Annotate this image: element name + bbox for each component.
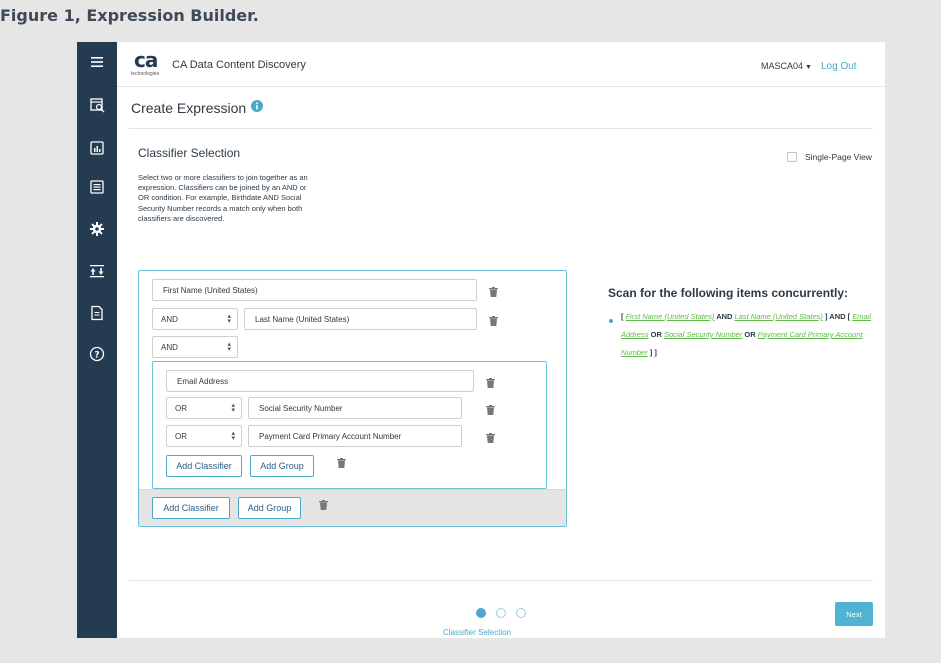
- scan-bullet: [609, 319, 613, 323]
- operator-text: OR: [744, 330, 756, 339]
- section-title: Classifier Selection: [138, 146, 241, 160]
- product-name: CA Data Content Discovery: [172, 59, 306, 71]
- classifier-input[interactable]: First Name (United States): [152, 279, 477, 301]
- logo-mark: ca: [134, 48, 158, 72]
- operator-select[interactable]: AND ▴ ▾: [152, 336, 238, 358]
- single-page-view-label: Single-Page View: [805, 152, 872, 162]
- add-group-button[interactable]: Add Group: [238, 497, 301, 519]
- title-divider: [129, 128, 873, 129]
- scan-search-icon[interactable]: [87, 95, 107, 115]
- operator-text: OR: [650, 330, 662, 339]
- user-menu-dropdown[interactable]: MASCA04 ▼: [761, 61, 812, 71]
- group-add-group-button[interactable]: Add Group: [250, 455, 314, 477]
- select-arrows-icon: ▴ ▾: [231, 430, 235, 442]
- select-arrows-icon: ▴ ▾: [227, 341, 231, 353]
- single-page-view-checkbox[interactable]: [787, 152, 797, 162]
- info-icon[interactable]: [251, 100, 263, 112]
- classifier-input[interactable]: Last Name (United States): [244, 308, 477, 330]
- operator-value: AND: [161, 314, 178, 324]
- classifier-group: Email Address OR ▴ ▾ Social Security Numb…: [152, 361, 547, 489]
- step-label: Classifier Selection: [443, 628, 512, 637]
- operator-text: ] AND [: [825, 312, 851, 321]
- group-add-classifier-button[interactable]: Add Classifier: [166, 455, 242, 477]
- next-button[interactable]: Next: [835, 602, 873, 626]
- trash-icon[interactable]: [489, 316, 498, 326]
- report-chart-icon[interactable]: [87, 138, 107, 158]
- builder-footer: Add Classifier Add Group: [139, 489, 566, 526]
- trash-icon[interactable]: [486, 433, 495, 443]
- caret-down-icon: ▼: [805, 64, 812, 71]
- close-bracket: ] ]: [649, 348, 657, 357]
- operator-select[interactable]: OR ▴ ▾: [166, 397, 242, 419]
- document-icon[interactable]: [87, 303, 107, 323]
- scan-link-first-name[interactable]: First Name (United States): [626, 312, 715, 321]
- logout-link[interactable]: Log Out: [821, 61, 857, 72]
- classifier-input[interactable]: Social Security Number: [248, 397, 462, 419]
- help-icon[interactable]: ?: [87, 344, 107, 364]
- scan-expression: [ First Name (United States) AND Last Na…: [621, 308, 871, 362]
- operator-value: OR: [175, 431, 187, 441]
- operator-select[interactable]: OR ▴ ▾: [166, 425, 242, 447]
- import-export-icon[interactable]: [87, 261, 107, 281]
- scan-summary-title: Scan for the following items concurrentl…: [608, 286, 849, 300]
- single-page-view-toggle[interactable]: Single-Page View: [787, 152, 872, 162]
- operator-value: AND: [161, 342, 178, 352]
- hamburger-menu-icon[interactable]: [87, 52, 107, 72]
- logo-subtext: technologies: [131, 71, 160, 77]
- footer-divider: [129, 580, 873, 581]
- app-window: ? ca technologies CA Data Content Discov…: [77, 42, 885, 638]
- figure-caption: Figure 1, Expression Builder.: [0, 6, 259, 25]
- company-logo: ca technologies: [131, 48, 167, 80]
- builder-trash-icon[interactable]: [319, 500, 328, 510]
- operator-value: OR: [175, 403, 187, 413]
- operator-text: AND: [716, 312, 733, 321]
- trash-icon[interactable]: [489, 287, 498, 297]
- add-classifier-button[interactable]: Add Classifier: [152, 497, 230, 519]
- scan-link-last-name[interactable]: Last Name (United States): [735, 312, 823, 321]
- select-arrows-icon: ▴ ▾: [227, 313, 231, 325]
- step-indicator-active[interactable]: [476, 608, 486, 618]
- trash-icon[interactable]: [486, 405, 495, 415]
- trash-icon[interactable]: [486, 378, 495, 388]
- step-indicator[interactable]: [516, 608, 526, 618]
- list-view-icon[interactable]: [87, 177, 107, 197]
- page-title: Create Expression: [131, 100, 247, 116]
- select-arrows-icon: ▴ ▾: [231, 402, 235, 414]
- top-bar: ca technologies CA Data Content Discover…: [117, 42, 885, 87]
- classifier-input[interactable]: Email Address: [166, 370, 474, 392]
- section-description: Select two or more classifiers to join t…: [138, 173, 308, 223]
- settings-gear-icon[interactable]: [87, 219, 107, 239]
- user-name: MASCA04: [761, 61, 804, 71]
- step-indicator[interactable]: [496, 608, 506, 618]
- svg-text:?: ?: [94, 351, 99, 361]
- scan-link-ssn[interactable]: Social Security Number: [664, 330, 742, 339]
- operator-select[interactable]: AND ▴ ▾: [152, 308, 238, 330]
- open-bracket: [: [621, 312, 624, 321]
- group-trash-icon[interactable]: [337, 458, 346, 468]
- sidebar: ?: [77, 42, 117, 638]
- classifier-input[interactable]: Payment Card Primary Account Number: [248, 425, 462, 447]
- expression-builder: First Name (United States) AND ▴ ▾ Last N…: [138, 270, 567, 527]
